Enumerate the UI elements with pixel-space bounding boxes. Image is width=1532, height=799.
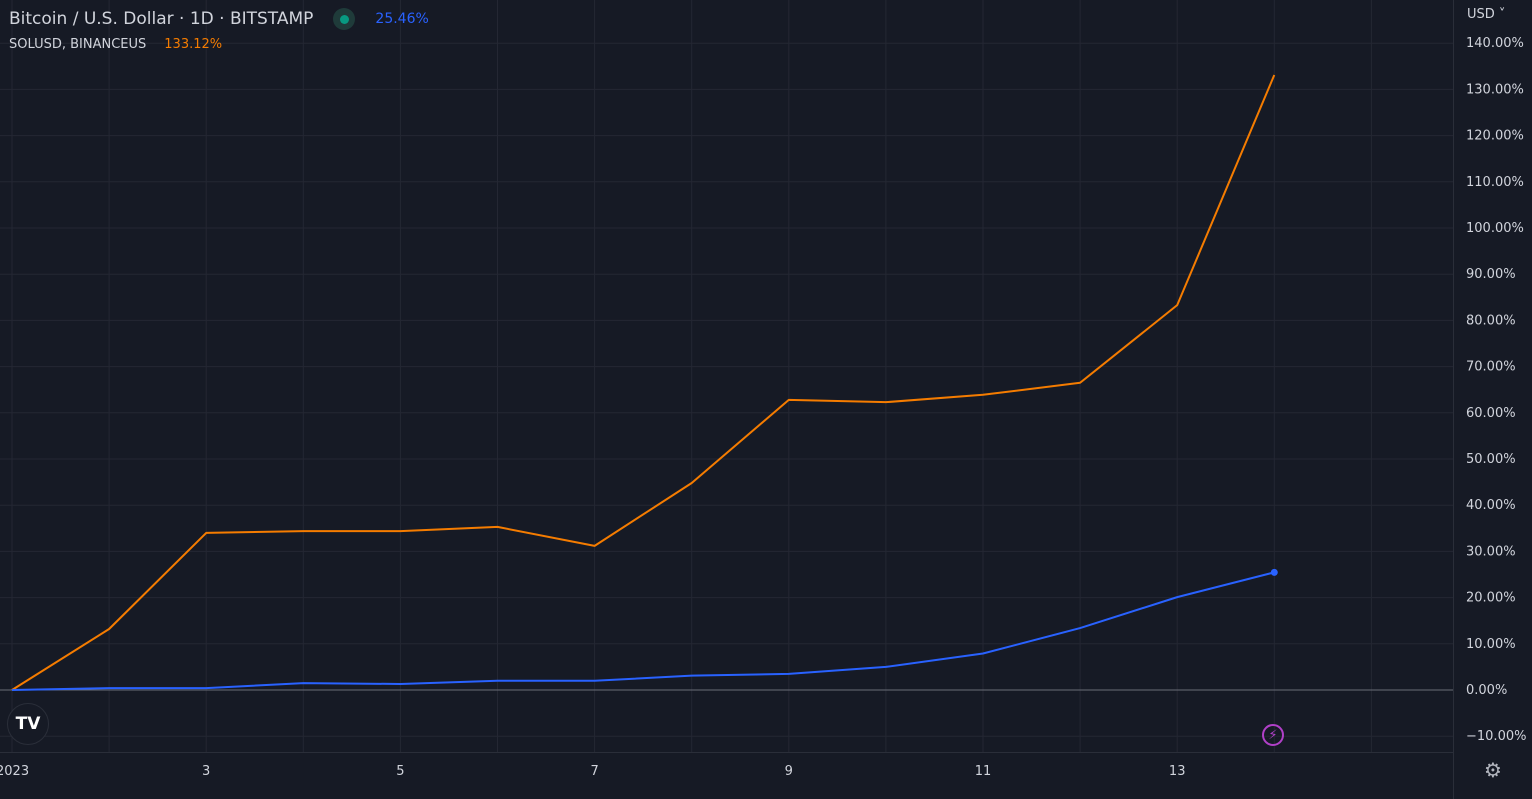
currency-dropdown[interactable]: USD ˅ <box>1467 7 1505 22</box>
y-tick-label: 80.00% <box>1466 313 1516 328</box>
y-tick-label: 90.00% <box>1466 267 1516 282</box>
compare-series-title[interactable]: SOLUSD, BINANCEUS <box>9 37 146 52</box>
chart-canvas[interactable]: 140.00%130.00%120.00%110.00%100.00%90.00… <box>0 0 1532 799</box>
y-tick-label: 130.00% <box>1466 82 1524 97</box>
market-status-icon[interactable] <box>333 8 356 30</box>
y-tick-label: 50.00% <box>1466 452 1516 467</box>
y-tick-label: 0.00% <box>1466 683 1507 698</box>
y-tick-label: 110.00% <box>1466 175 1524 190</box>
main-series-title[interactable]: Bitcoin / U.S. Dollar · 1D · BITSTAMP <box>9 9 313 29</box>
x-tick-label: 13 <box>1169 764 1186 779</box>
x-tick-label: 11 <box>975 764 992 779</box>
y-tick-label: 70.00% <box>1466 360 1516 375</box>
lightning-icon[interactable]: ⚡ <box>1262 724 1284 746</box>
y-tick-label: 20.00% <box>1466 591 1516 606</box>
x-tick-label: 2023 <box>0 764 29 779</box>
y-tick-label: 140.00% <box>1466 36 1524 51</box>
x-tick-label: 9 <box>785 764 793 779</box>
tradingview-logo-icon[interactable]: TV <box>7 703 49 745</box>
y-tick-label: 60.00% <box>1466 406 1516 421</box>
y-tick-label: 100.00% <box>1466 221 1524 236</box>
last-value-point <box>1270 568 1278 576</box>
y-tick-label: −10.00% <box>1466 729 1526 744</box>
y-tick-label: 120.00% <box>1466 129 1524 144</box>
x-tick-label: 5 <box>396 764 404 779</box>
legend: Bitcoin / U.S. Dollar · 1D · BITSTAMP 25… <box>9 8 429 52</box>
x-tick-label: 3 <box>202 764 210 779</box>
y-tick-label: 10.00% <box>1466 637 1516 652</box>
y-tick-label: 40.00% <box>1466 498 1516 513</box>
y-tick-label: 30.00% <box>1466 544 1516 559</box>
x-tick-label: 7 <box>590 764 598 779</box>
series-line-1 <box>11 571 1275 691</box>
currency-label: USD <box>1467 7 1495 22</box>
compare-series-value: 133.12% <box>164 37 223 52</box>
gear-icon[interactable]: ⚙ <box>1484 758 1502 782</box>
main-series-value: 25.46% <box>375 11 429 27</box>
